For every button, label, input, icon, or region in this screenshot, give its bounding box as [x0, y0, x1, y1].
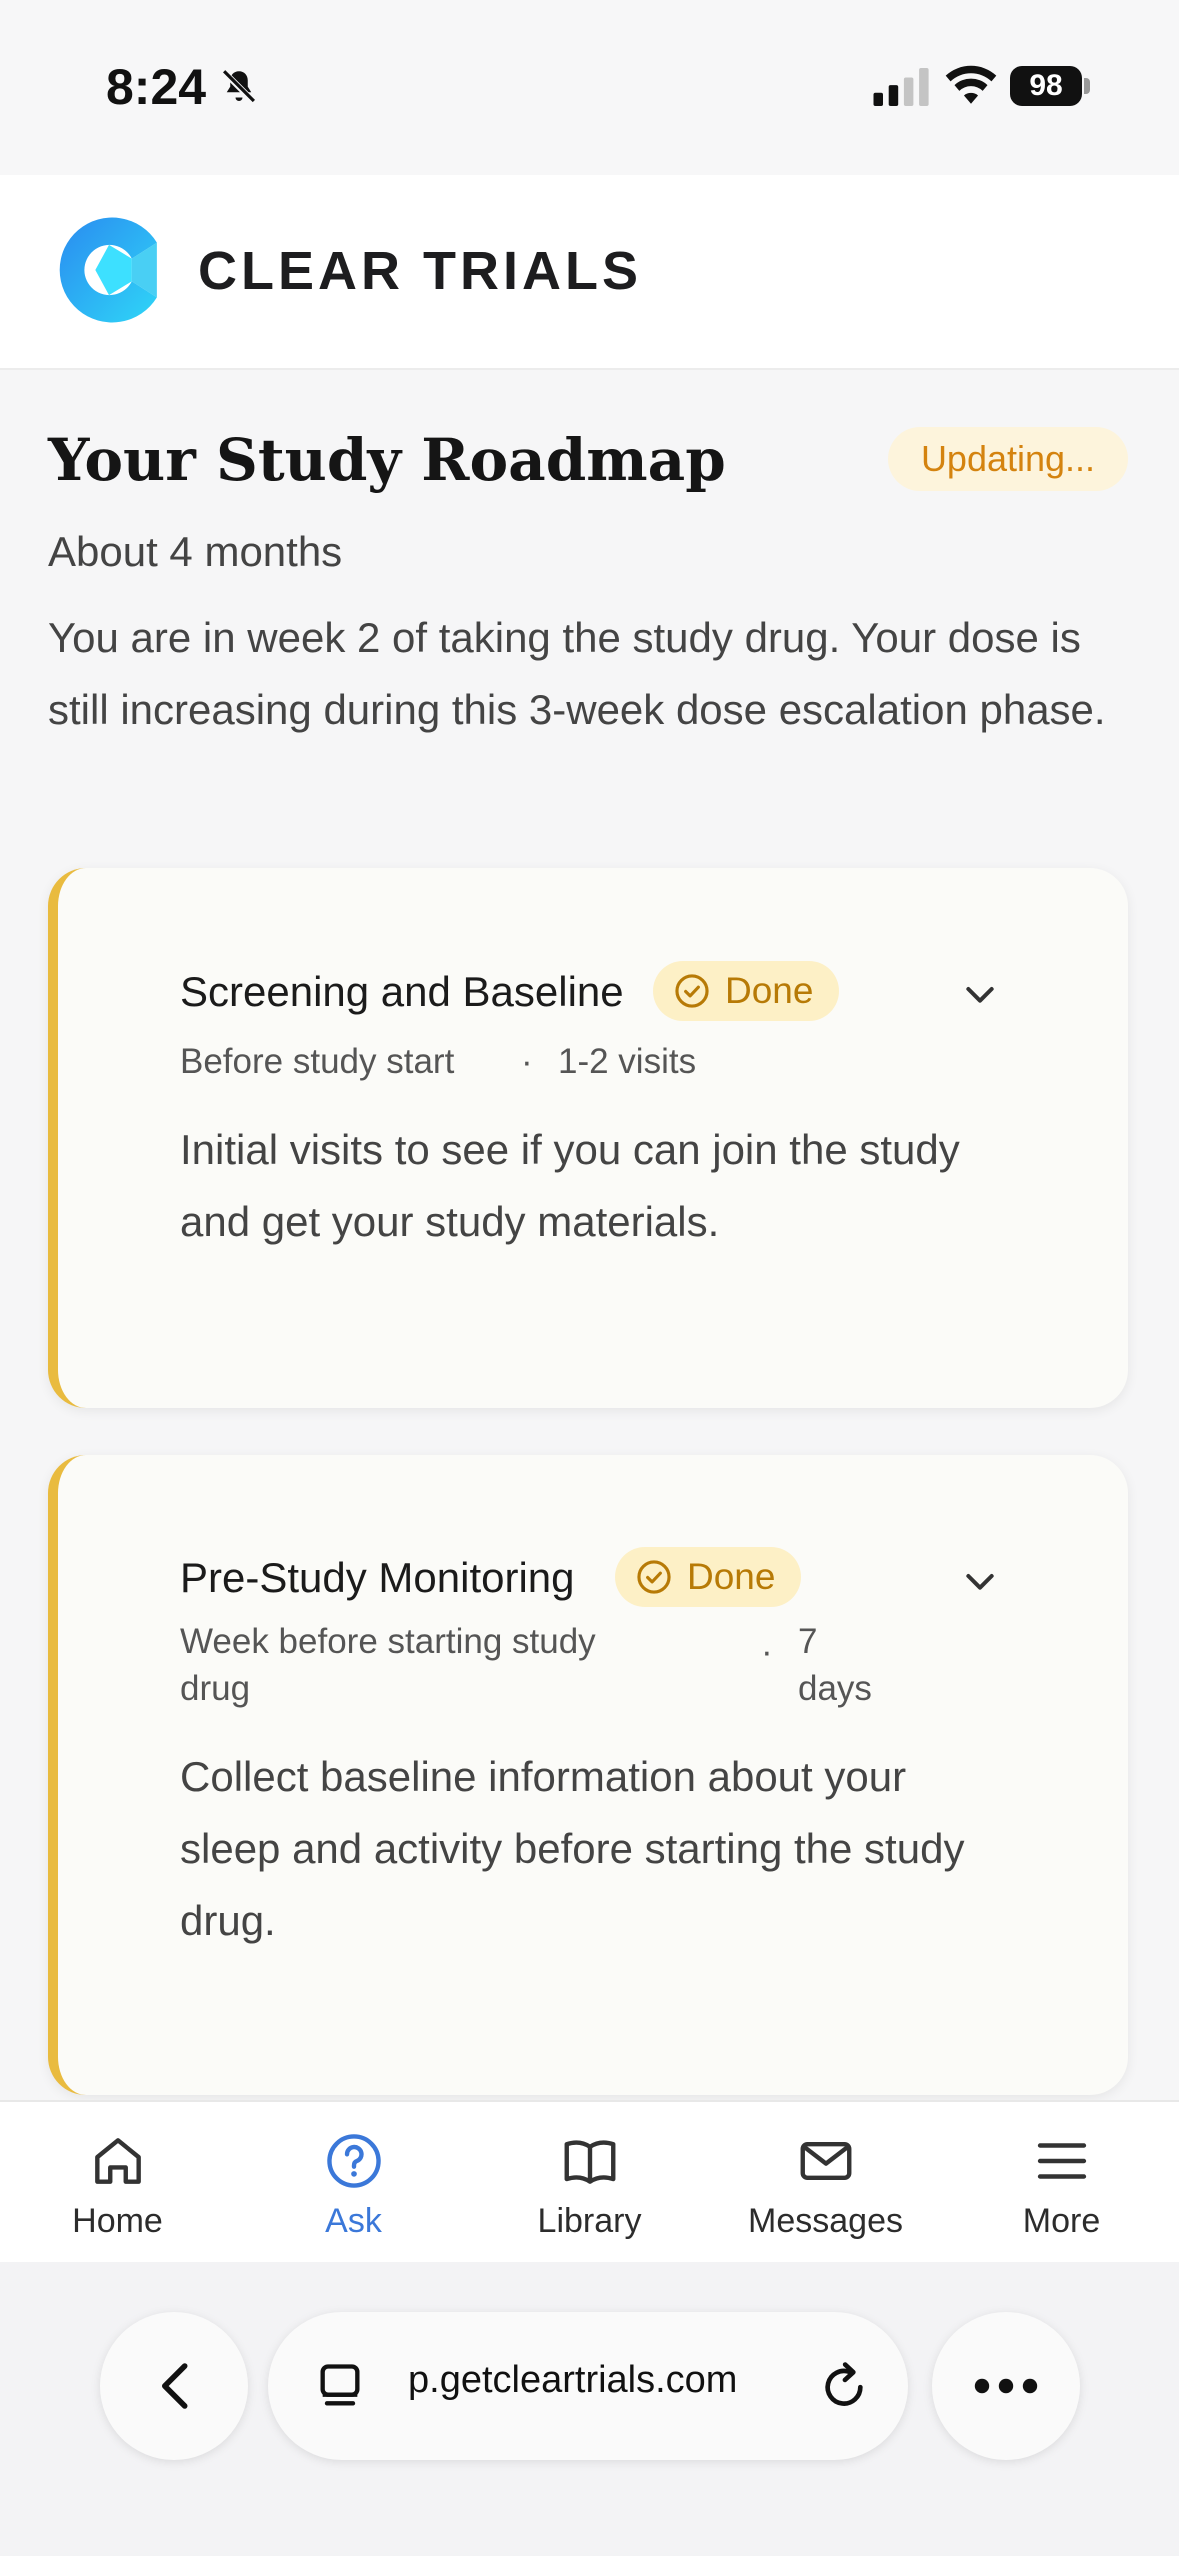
phase-title: Screening and Baseline	[180, 968, 624, 1015]
tab-more[interactable]: More	[944, 2102, 1179, 2264]
tab-label: Library	[537, 2202, 642, 2240]
battery-indicator: 98	[1010, 66, 1082, 106]
phase-timing-line1: Week before starting study	[180, 1622, 596, 1661]
page-menu-icon[interactable]	[314, 2360, 366, 2412]
study-duration: About 4 months	[48, 528, 343, 575]
status-badge-label: Done	[687, 1556, 776, 1597]
roadmap-content: Your Study Roadmap Updating... About 4 m…	[0, 370, 1179, 2100]
tab-library[interactable]: Library	[472, 2102, 707, 2264]
bottom-tab-bar: Home Ask Library Messages More	[0, 2100, 1179, 2262]
phase-duration-line1: 7	[798, 1622, 818, 1661]
page-title: Your Study Roadmap	[48, 426, 726, 494]
tab-home[interactable]: Home	[0, 2102, 235, 2264]
bell-slash-icon	[221, 69, 257, 105]
ellipsis-icon	[974, 2378, 1038, 2394]
phase-card-pre-study-monitoring[interactable]: Pre-Study Monitoring Done Week before st…	[48, 1455, 1128, 2095]
phase-description: Initial visits to see if you can join th…	[180, 1126, 960, 1245]
mail-icon	[800, 2142, 852, 2180]
phase-timing: Before study start	[180, 1042, 455, 1081]
chevron-down-icon[interactable]	[960, 1561, 1000, 1601]
status-badge: Done	[653, 961, 840, 1021]
tab-label: Ask	[325, 2202, 382, 2240]
question-icon	[327, 2134, 381, 2188]
home-icon	[95, 2138, 141, 2184]
url-text: p.getcleartrials.com	[408, 2359, 738, 2401]
browser-back-button[interactable]	[100, 2312, 248, 2460]
status-badge-label: Done	[725, 970, 814, 1011]
browser-more-button[interactable]	[932, 2312, 1080, 2460]
tab-label: Home	[72, 2202, 163, 2240]
battery-tip	[1084, 78, 1090, 94]
phase-card-screening[interactable]: Screening and Baseline Done Before study…	[48, 868, 1128, 1408]
browser-toolbar: p.getcleartrials.com	[0, 2262, 1179, 2556]
status-badge: Done	[615, 1547, 802, 1607]
meta-separator: ·	[521, 1042, 533, 1081]
phase-title: Pre-Study Monitoring	[180, 1554, 575, 1601]
phase-description: Collect baseline information about your …	[180, 1753, 965, 1944]
status-bar: 8:24 98	[0, 0, 1179, 175]
reload-icon[interactable]	[816, 2358, 872, 2414]
meta-separator: ·	[761, 1632, 773, 1671]
wifi-icon	[945, 65, 997, 104]
check-circle-icon	[637, 1560, 671, 1594]
phase-timing-line2: drug	[180, 1669, 251, 1708]
address-bar[interactable]: p.getcleartrials.com	[268, 2312, 908, 2460]
check-circle-icon	[675, 974, 709, 1008]
chevron-left-icon	[162, 2363, 188, 2409]
tab-ask[interactable]: Ask	[236, 2102, 471, 2264]
app-header: CLEAR TRIALS	[0, 175, 1179, 370]
tab-label: Messages	[748, 2202, 903, 2240]
roadmap-summary: You are in week 2 of taking the study dr…	[48, 614, 1106, 733]
menu-icon	[1037, 2143, 1087, 2179]
updating-badge: Updating...	[888, 427, 1128, 491]
cellular-signal-icon	[873, 68, 929, 106]
clear-trials-logo-icon[interactable]	[52, 213, 166, 327]
status-time: 8:24	[106, 59, 207, 115]
phase-duration-line2: days	[798, 1669, 872, 1708]
brand-name: CLEAR TRIALS	[198, 241, 642, 301]
chevron-down-icon[interactable]	[960, 974, 1000, 1014]
phase-visits: 1-2 visits	[558, 1042, 697, 1081]
book-icon	[564, 2140, 616, 2184]
tab-messages[interactable]: Messages	[708, 2102, 943, 2264]
tab-label: More	[1022, 2202, 1101, 2240]
